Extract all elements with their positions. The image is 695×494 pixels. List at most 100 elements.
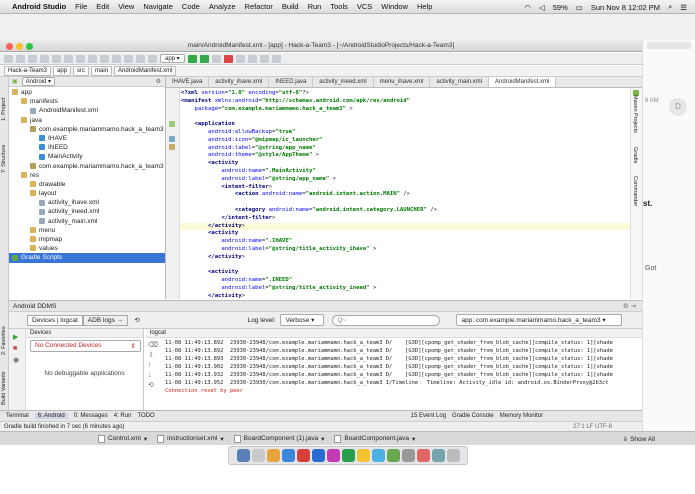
- code-line[interactable]: </activity>: [180, 254, 630, 262]
- breadcrumb-main[interactable]: main: [91, 66, 113, 76]
- menu-view[interactable]: View: [118, 2, 134, 11]
- itunes-icon[interactable]: [326, 449, 340, 462]
- notes-icon[interactable]: [356, 449, 370, 462]
- favorites-tool-tab[interactable]: 2: Favorites: [1, 313, 7, 355]
- menu-vcs[interactable]: VCS: [357, 2, 372, 11]
- preferences-icon[interactable]: [401, 449, 415, 462]
- code-line[interactable]: android:icon="@mipmap/ic_launcher": [180, 137, 630, 145]
- build-icon[interactable]: [148, 54, 157, 63]
- redo-icon[interactable]: [52, 54, 61, 63]
- tree-item[interactable]: menu: [9, 226, 165, 235]
- wifi-icon[interactable]: ◠: [524, 3, 531, 12]
- tab-todo[interactable]: TODO: [137, 413, 154, 419]
- project-tool-tab[interactable]: 1: Project: [1, 81, 7, 121]
- download-item[interactable]: instructionset.xml ▾: [157, 434, 224, 443]
- tree-item[interactable]: Gradle Scripts: [9, 253, 165, 263]
- tab-activity-ihave[interactable]: activity_ihave.xml: [209, 77, 270, 87]
- code-line[interactable]: android:label="@string/title_activity_in…: [180, 285, 630, 293]
- tree-item[interactable]: AndroidManifest.xml: [9, 106, 165, 115]
- clock[interactable]: Sun Nov 8 12:02 PM: [591, 3, 660, 12]
- code-line[interactable]: [180, 262, 630, 270]
- breadcrumb-project[interactable]: Hack-a-Team3: [4, 66, 52, 76]
- android-studio-icon[interactable]: [386, 449, 400, 462]
- tree-item[interactable]: IHAVE: [9, 134, 165, 143]
- paste-icon[interactable]: [88, 54, 97, 63]
- restart-icon[interactable]: ▶: [13, 333, 25, 341]
- list-icon[interactable]: ☰: [680, 3, 687, 12]
- code-editor[interactable]: <?xml version="1.0" encoding="utf-8"?> <m…: [180, 88, 630, 307]
- commander-tab[interactable]: Commander: [632, 176, 638, 216]
- log-line[interactable]: 11-08 11:49:13.932 23930-23948/com.examp…: [146, 371, 642, 379]
- open-icon[interactable]: [4, 54, 13, 63]
- tree-item[interactable]: manifests: [9, 97, 165, 106]
- log-line[interactable]: 11-08 11:49:13.952 23930-23930/com.examp…: [146, 379, 642, 387]
- code-line[interactable]: android:name=".MainActivity": [180, 168, 630, 176]
- structure-tool-tab[interactable]: 7: Structure: [1, 129, 7, 173]
- attach-icon[interactable]: [211, 54, 221, 63]
- undo-icon[interactable]: [40, 54, 49, 63]
- safari-icon[interactable]: [281, 449, 295, 462]
- code-line[interactable]: android:name=".INEED": [180, 277, 630, 285]
- restart-logcat-icon[interactable]: ⟲: [148, 381, 158, 391]
- forward-icon[interactable]: [136, 54, 145, 63]
- log-level-select[interactable]: Verbose ▾: [280, 314, 325, 326]
- tree-item[interactable]: activity_main.xml: [9, 217, 165, 226]
- log-line[interactable]: 11-08 11:49:13.893 23930-23948/com.examp…: [146, 355, 642, 363]
- tree-item[interactable]: values: [9, 244, 165, 253]
- tab-menu-ihave[interactable]: menu_ihave.xml: [374, 77, 431, 87]
- breadcrumb-file[interactable]: AndroidManifest.xml: [114, 66, 177, 76]
- tab-activity-main[interactable]: activity_main.xml: [430, 77, 489, 87]
- debug-icon[interactable]: [199, 54, 209, 63]
- tree-item[interactable]: res: [9, 171, 165, 180]
- code-line[interactable]: </intent-filter>: [180, 215, 630, 223]
- tab-ineed-java[interactable]: INEED.java: [269, 77, 314, 87]
- browser-tab[interactable]: [647, 42, 691, 49]
- status-message[interactable]: Gradle build finished in 7 sec (6 minute…: [4, 424, 124, 430]
- code-line[interactable]: <manifest xmlns:android="http://schemas.…: [180, 98, 630, 106]
- settings-icon[interactable]: ⚙: [156, 78, 161, 85]
- code-line[interactable]: android:name=".IHAVE": [180, 238, 630, 246]
- code-line[interactable]: android:label="@string/app_name": [180, 145, 630, 153]
- tree-item[interactable]: com.example.mariammamo.hack_a_team3: [9, 125, 165, 134]
- sync-icon[interactable]: [28, 54, 37, 63]
- menu-refactor[interactable]: Refactor: [245, 2, 273, 11]
- finder-icon[interactable]: [236, 449, 250, 462]
- log-line[interactable]: 11-08 11:49:13.892 23930-23948/com.examp…: [146, 347, 642, 355]
- tab-activity-ineed[interactable]: activity_ineed.xml: [313, 77, 374, 87]
- menu-analyze[interactable]: Analyze: [209, 2, 236, 11]
- code-line[interactable]: [180, 199, 630, 207]
- app-menu[interactable]: Android Studio: [12, 2, 66, 11]
- app-filter-select[interactable]: app: com.example.mariammamo.hack_a_team3…: [456, 314, 623, 326]
- menu-navigate[interactable]: Navigate: [143, 2, 173, 11]
- code-line[interactable]: <activity: [180, 160, 630, 168]
- volume-icon[interactable]: ◁: [539, 3, 545, 12]
- stop-icon[interactable]: [223, 54, 233, 63]
- tab-gradle-console[interactable]: Gradle Console: [452, 413, 494, 419]
- minimize-button[interactable]: [16, 43, 23, 50]
- copy-icon[interactable]: [76, 54, 85, 63]
- save-icon[interactable]: [16, 54, 25, 63]
- log-line[interactable]: Connection reset by peer: [146, 387, 642, 395]
- ddms-settings-icon[interactable]: ⚙ ⇥: [623, 301, 636, 312]
- tree-item[interactable]: INEED: [9, 143, 165, 152]
- code-line[interactable]: android:label="@string/app_name" >: [180, 176, 630, 184]
- tree-item[interactable]: com.example.mariammamo.hack_a_team3: [9, 162, 165, 171]
- menu-help[interactable]: Help: [417, 2, 432, 11]
- app-icon[interactable]: [266, 449, 280, 462]
- maven-projects-tab[interactable]: Maven Projects: [632, 95, 638, 145]
- tab-memory-monitor[interactable]: Memory Monitor: [500, 413, 543, 419]
- chrome-icon[interactable]: [296, 449, 310, 462]
- log-line[interactable]: 11-08 11:49:13.902 23930-23948/com.examp…: [146, 363, 642, 371]
- search-icon[interactable]: ⌕: [668, 2, 672, 12]
- tab-run[interactable]: 4: Run: [114, 413, 132, 419]
- tree-item[interactable]: drawable: [9, 180, 165, 189]
- project-view-select[interactable]: Android ▾: [21, 77, 56, 86]
- find-icon[interactable]: [100, 54, 109, 63]
- tab-android[interactable]: 6: Android: [34, 413, 68, 419]
- code-line[interactable]: <intent-filter>: [180, 184, 630, 192]
- menu-file[interactable]: File: [75, 2, 87, 11]
- photo-icon[interactable]: [416, 449, 430, 462]
- help-icon[interactable]: [271, 54, 281, 63]
- down-icon[interactable]: ↓: [148, 371, 158, 381]
- code-line[interactable]: <activity: [180, 269, 630, 277]
